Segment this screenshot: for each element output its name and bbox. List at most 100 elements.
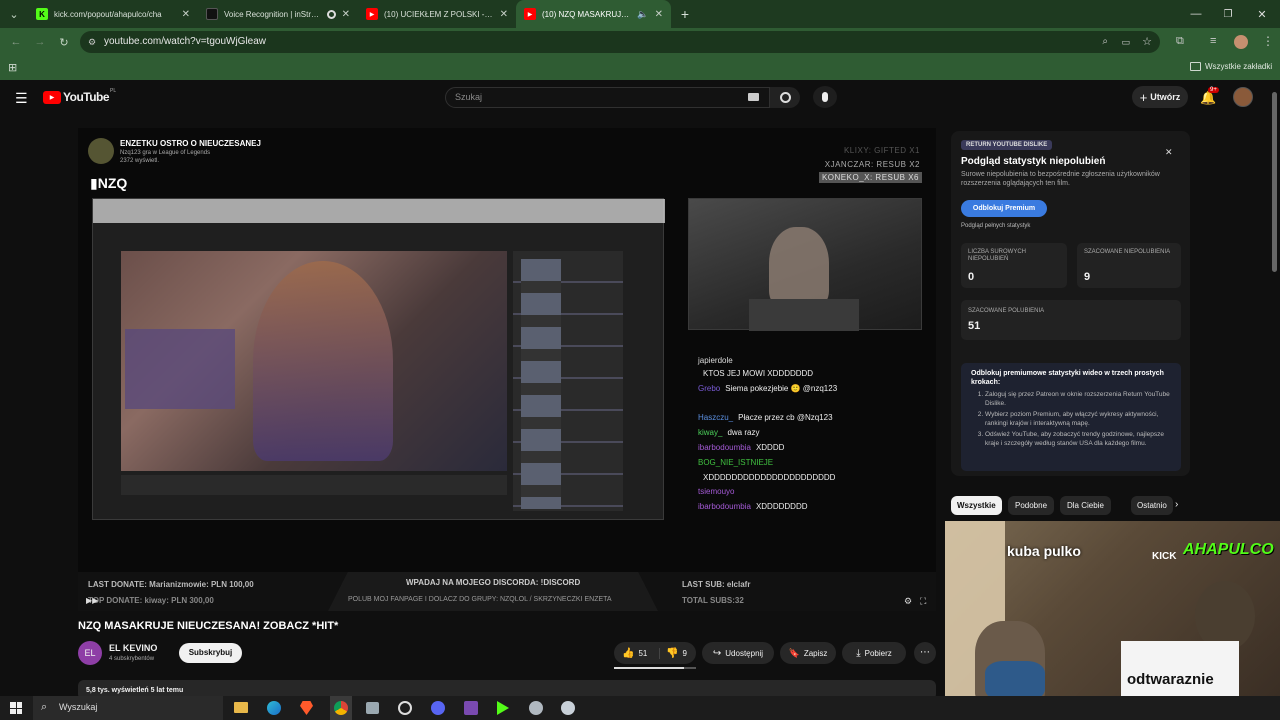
save-button[interactable]: 🔖 Zapisz (780, 642, 836, 664)
windows-start-icon[interactable] (10, 702, 22, 714)
chat-line: KTOS JEJ MOWI XDDDDDDD (698, 367, 928, 382)
chrome-icon[interactable] (330, 696, 352, 720)
gift-line: KLIXY: GIFTED X1 (843, 146, 920, 155)
tab-title: Voice Recognition | inStream (224, 9, 323, 19)
menu-dots-icon[interactable]: ⋮ (1262, 34, 1274, 48)
settings-icon[interactable]: ⚙ (904, 596, 912, 607)
channel-avatar[interactable]: EL (78, 641, 102, 665)
top-donate-text: TOP DONATE: kiway: PLN 300,00 (88, 596, 214, 605)
stat-label: SZACOWANE NIEPOLUBIENIA (1084, 249, 1171, 255)
all-bookmarks-link[interactable]: Wszystkie zakładki (1205, 62, 1272, 71)
brave-icon[interactable] (300, 701, 313, 715)
download-button[interactable]: ⤓ Pobierz (842, 642, 906, 664)
chip-all[interactable]: Wszystkie (951, 496, 1002, 515)
app-icon[interactable] (497, 701, 509, 715)
profile-avatar[interactable] (1234, 35, 1248, 49)
subscribe-button[interactable]: Subskrybuj (179, 643, 242, 663)
instream-favicon-icon (206, 8, 218, 20)
stat-card-raw-dislikes: LICZBA SUROWYCH NIEPOLUBIEŃ 0 (961, 243, 1067, 288)
rdl-description: Surowe niepolubienia to bezpośrednie zgł… (961, 171, 1160, 187)
search-input[interactable]: Szukaj (445, 87, 770, 108)
extensions-icon[interactable]: ⧉ (1176, 35, 1184, 48)
close-tab-icon[interactable]: ✕ (182, 9, 190, 20)
nzq-logo: ▮NZQ (90, 175, 128, 191)
hamburger-menu-icon[interactable]: ☰ (15, 90, 28, 107)
rdl-promo: Odblokuj premiumowe statystyki wideo w t… (961, 363, 1181, 471)
url-field[interactable]: ⚙ youtube.com/watch?v=tgouWjGleaw ⌕ ▭ ☆ (80, 31, 1160, 53)
download-icon: ⤓ (856, 647, 861, 659)
kick-favicon-icon: K (36, 8, 48, 20)
chat-message: XDDDDDDDDDDDDDDDDDDDDDD (703, 472, 836, 482)
rdl-close-icon[interactable]: ✕ (1165, 147, 1173, 158)
filter-chips: Wszystkie Podobne Dla Ciebie Ostatnio › (951, 496, 1190, 516)
obs-icon[interactable] (398, 701, 412, 715)
channel-name[interactable]: EL KEVINO (109, 643, 157, 653)
app-icon[interactable] (561, 701, 575, 715)
apps-grid-icon[interactable]: ⊞ (8, 61, 17, 74)
chip-for-you[interactable]: Dla Ciebie (1060, 496, 1111, 515)
account-avatar[interactable] (1233, 87, 1253, 107)
create-button[interactable]: + Utwórz (1132, 86, 1188, 108)
youtube-play-icon: ▶ (43, 90, 61, 104)
youtube-logo[interactable]: ▶ YouTube PL (43, 88, 116, 104)
like-dislike-group: 👍 51 👎 9 (614, 642, 696, 664)
tab-youtube-uciekłem[interactable]: ▶ (10) UCIEKŁEM Z POLSKI - YouT ✕ (358, 0, 516, 28)
full-stats-link[interactable]: Podgląd pełnych statystyk (961, 223, 1030, 229)
subscriber-count: 4 subskrybentów (109, 656, 155, 662)
close-window-button[interactable]: ✕ (1244, 8, 1280, 21)
play-icon[interactable]: ▶▶ (86, 596, 98, 605)
overlay-webcam: kuba pulko KICK AHAPULCO odtwaraznie (945, 521, 1280, 696)
forward-icon[interactable]: → (28, 36, 52, 48)
browser-tab-bar: ⌄ K kick.com/popout/ahapulco/cha ✕ Voice… (0, 0, 1280, 28)
close-tab-icon[interactable]: ✕ (342, 9, 350, 20)
chat-message: XDDDDDDDD (755, 502, 808, 512)
close-tab-icon[interactable]: ✕ (655, 9, 663, 20)
file-explorer-icon[interactable] (234, 702, 248, 713)
new-tab-button[interactable]: + (671, 6, 699, 22)
cast-icon[interactable]: ▭ (1121, 31, 1130, 53)
discord-icon[interactable] (431, 701, 445, 715)
chip-recent[interactable]: Ostatnio (1131, 496, 1173, 515)
share-icon: ↪ (712, 647, 722, 659)
chevron-right-icon[interactable]: › (1175, 499, 1178, 510)
app-icon[interactable] (529, 701, 543, 715)
app-icon[interactable] (464, 701, 478, 715)
back-icon[interactable]: ← (4, 36, 28, 48)
app-icon[interactable] (366, 702, 379, 714)
taskbar-search[interactable]: ⌕ Wyszukaj (33, 696, 223, 720)
like-button[interactable]: 👍 51 (614, 647, 660, 659)
share-button[interactable]: ↪ Udostępnij (702, 642, 774, 664)
video-player[interactable]: ENZETKU OSTRO O NIEUCZESANEJ Nzq123 gra … (78, 128, 936, 611)
tab-search-icon[interactable]: ⌄ (0, 8, 28, 21)
tab-youtube-nzq[interactable]: ▶ (10) NZQ MASAKRUJE NIEU 🔈 ✕ (516, 0, 671, 28)
dislike-count: 9 (682, 648, 687, 658)
restore-button[interactable]: ❐ (1212, 9, 1244, 20)
notifications-button[interactable]: 🔔 9+ (1200, 87, 1219, 107)
search-button[interactable] (770, 87, 800, 108)
search-icon (779, 92, 791, 103)
folder-icon (1190, 62, 1201, 71)
minimize-button[interactable]: — (1180, 8, 1212, 20)
voice-search-button[interactable] (813, 86, 837, 108)
unlock-premium-button[interactable]: Odblokuj Premium (961, 200, 1047, 217)
tab-search-icon[interactable]: ≡ (1210, 35, 1216, 47)
close-tab-icon[interactable]: ✕ (500, 9, 508, 20)
site-info-icon[interactable]: ⚙ (88, 31, 96, 53)
fullscreen-icon[interactable]: ⛶ (920, 596, 926, 607)
tab-kick[interactable]: K kick.com/popout/ahapulco/cha ✕ (28, 0, 198, 28)
chat-username: BOG_NIE_ISTNIEJE (698, 457, 774, 467)
speaker-icon[interactable]: 🔈 (637, 9, 648, 20)
url-text: youtube.com/watch?v=tgouWjGleaw (104, 36, 267, 47)
reload-icon[interactable]: ↻ (52, 36, 76, 49)
dislike-button[interactable]: 👎 9 (660, 648, 687, 659)
chat-username: Haszczu_ (698, 413, 734, 423)
chip-related[interactable]: Podobne (1008, 496, 1055, 515)
page-scrollbar[interactable] (1272, 92, 1277, 272)
more-actions-button[interactable]: ⋯ (914, 642, 936, 664)
edge-icon[interactable] (267, 701, 281, 715)
keyboard-icon[interactable] (748, 93, 759, 101)
zoom-icon[interactable]: ⌕ (1102, 31, 1108, 53)
chat-username: ibarbodoumbia (698, 442, 751, 452)
bookmark-star-icon[interactable]: ☆ (1142, 31, 1152, 53)
tab-voice-recognition[interactable]: Voice Recognition | inStream ✕ (198, 0, 358, 28)
